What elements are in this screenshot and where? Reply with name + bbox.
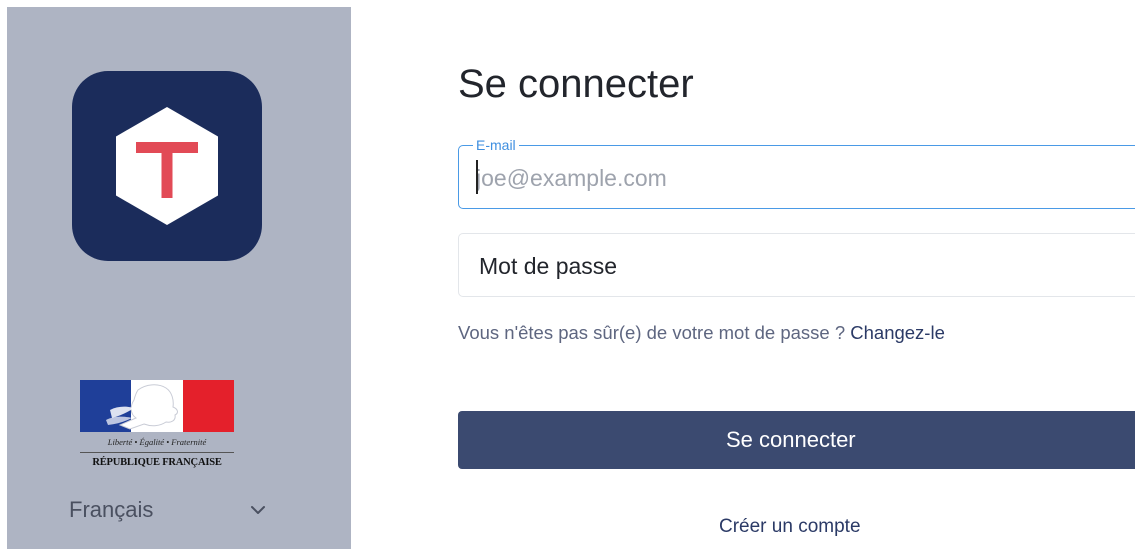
password-hint: Vous n'êtes pas sûr(e) de votre mot de p… — [458, 322, 945, 344]
email-field[interactable]: E-mail — [458, 137, 1135, 209]
language-select[interactable]: Français — [69, 493, 269, 527]
app-logo — [72, 71, 262, 261]
login-button[interactable]: Se connecter — [458, 411, 1135, 469]
emblem-title: RÉPUBLIQUE FRANÇAISE — [80, 452, 234, 468]
create-account-link[interactable]: Créer un compte — [719, 516, 861, 538]
language-selected-label: Français — [69, 497, 154, 522]
chevron-down-icon — [251, 506, 265, 514]
hexagon-t-icon — [116, 107, 218, 225]
sidebar: Liberté • Égalité • Fraternité RÉPUBLIQU… — [7, 7, 351, 549]
email-field-label: E-mail — [473, 137, 519, 153]
emblem-motto: Liberté • Égalité • Fraternité — [107, 437, 207, 447]
marianne-flag-logo — [80, 380, 234, 432]
republique-francaise-emblem: Liberté • Égalité • Fraternité RÉPUBLIQU… — [80, 380, 234, 472]
password-hint-text: Vous n'êtes pas sûr(e) de votre mot de p… — [458, 322, 851, 343]
password-placeholder: Mot de passe — [479, 253, 618, 279]
password-field[interactable]: Mot de passe — [458, 233, 1135, 297]
page-title: Se connecter — [458, 62, 694, 106]
login-page: Liberté • Égalité • Fraternité RÉPUBLIQU… — [0, 0, 1135, 549]
email-input[interactable] — [476, 161, 1116, 195]
text-cursor — [476, 160, 478, 194]
change-password-link[interactable]: Changez-le — [850, 322, 945, 343]
